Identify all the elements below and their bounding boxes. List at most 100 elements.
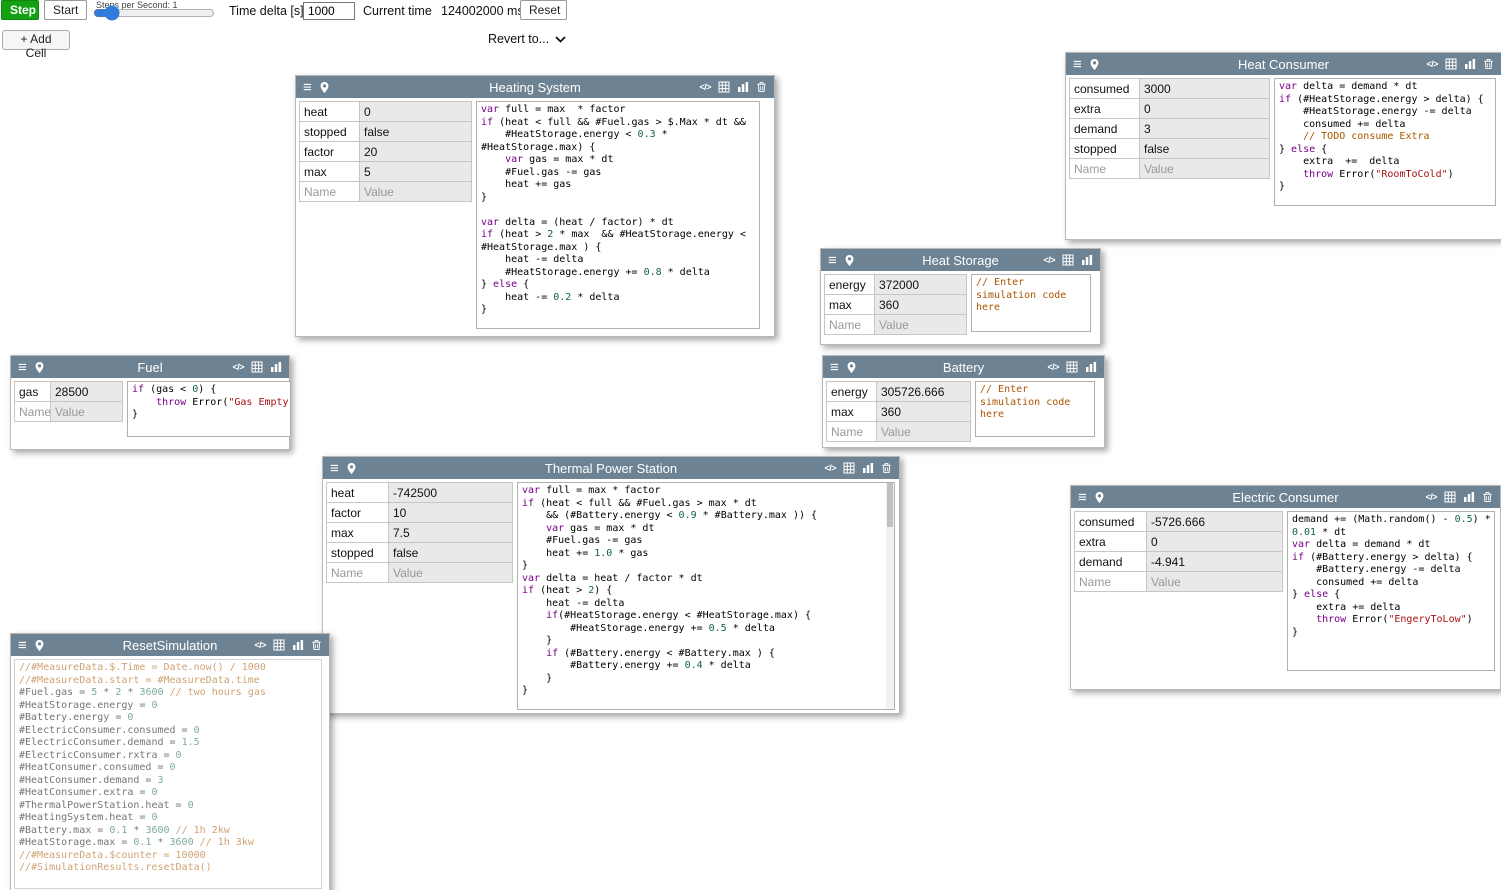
table-view-icon[interactable] <box>843 462 855 474</box>
property-name-cell[interactable]: Name <box>827 422 877 442</box>
code-editor[interactable]: if (gas < 0) { throw Error("Gas Empty")} <box>127 381 291 437</box>
code-view-icon[interactable]: </> <box>699 83 711 92</box>
property-value-cell[interactable]: 3000 <box>1140 79 1270 99</box>
property-name-cell[interactable]: Name <box>1075 572 1147 592</box>
pin-icon[interactable] <box>346 462 357 475</box>
code-view-icon[interactable]: </> <box>1043 256 1055 265</box>
property-value-cell[interactable]: 7.5 <box>389 523 513 543</box>
property-name-cell[interactable]: max <box>825 295 875 315</box>
property-name-cell[interactable]: stopped <box>1070 139 1140 159</box>
step-button[interactable]: Step <box>1 0 39 20</box>
time-delta-input[interactable] <box>303 2 355 20</box>
property-value-cell[interactable]: Value <box>389 563 513 583</box>
add-cell-button[interactable]: + Add Cell <box>2 30 70 50</box>
property-name-cell[interactable]: gas <box>15 382 51 402</box>
table-view-icon[interactable] <box>1066 361 1078 373</box>
code-view-icon[interactable]: </> <box>824 464 836 473</box>
property-value-cell[interactable]: 10 <box>389 503 513 523</box>
table-view-icon[interactable] <box>1444 491 1456 503</box>
table-view-icon[interactable] <box>718 81 730 93</box>
property-name-cell[interactable]: demand <box>1070 119 1140 139</box>
trash-icon[interactable] <box>1482 491 1493 503</box>
code-editor[interactable]: demand += (Math.random() - 0.5) *0.01 * … <box>1287 511 1495 671</box>
code-view-icon[interactable]: </> <box>1047 363 1059 372</box>
code-scrollbar[interactable] <box>886 483 894 709</box>
property-value-cell[interactable]: 3 <box>1140 119 1270 139</box>
property-name-cell[interactable]: consumed <box>1075 512 1147 532</box>
chart-view-icon[interactable] <box>1085 361 1097 373</box>
property-value-cell[interactable]: Value <box>875 315 967 335</box>
menu-icon[interactable]: ≡ <box>303 80 312 95</box>
table-view-icon[interactable] <box>1445 58 1457 70</box>
menu-icon[interactable]: ≡ <box>330 461 339 476</box>
chart-view-icon[interactable] <box>1464 58 1476 70</box>
menu-icon[interactable]: ≡ <box>18 638 27 653</box>
pin-icon[interactable] <box>844 254 855 267</box>
property-name-cell[interactable]: factor <box>300 142 360 162</box>
chart-view-icon[interactable] <box>270 361 282 373</box>
chart-view-icon[interactable] <box>1463 491 1475 503</box>
trash-icon[interactable] <box>756 81 767 93</box>
property-name-cell[interactable]: factor <box>327 503 389 523</box>
property-value-cell[interactable]: Value <box>1147 572 1283 592</box>
property-value-cell[interactable]: 360 <box>875 295 967 315</box>
property-name-cell[interactable]: max <box>300 162 360 182</box>
code-view-icon[interactable]: </> <box>254 641 266 650</box>
property-value-cell[interactable]: 360 <box>877 402 971 422</box>
property-name-cell[interactable]: max <box>827 402 877 422</box>
property-value-cell[interactable]: 28500 <box>51 382 123 402</box>
chart-view-icon[interactable] <box>292 639 304 651</box>
start-button[interactable]: Start <box>44 0 87 20</box>
property-name-cell[interactable]: Name <box>1070 159 1140 179</box>
pin-icon[interactable] <box>319 81 330 94</box>
property-value-cell[interactable]: false <box>360 122 472 142</box>
menu-icon[interactable]: ≡ <box>1078 490 1087 505</box>
code-editor[interactable]: // Enter simulation code here <box>971 274 1091 332</box>
code-view-icon[interactable]: </> <box>1425 493 1437 502</box>
property-name-cell[interactable]: energy <box>825 275 875 295</box>
chart-view-icon[interactable] <box>1081 254 1093 266</box>
property-value-cell[interactable]: 0 <box>1140 99 1270 119</box>
table-view-icon[interactable] <box>251 361 263 373</box>
code-editor[interactable]: // Enter simulation code here <box>975 381 1095 437</box>
pin-icon[interactable] <box>34 361 45 374</box>
table-view-icon[interactable] <box>1062 254 1074 266</box>
property-value-cell[interactable]: Value <box>51 402 123 422</box>
property-name-cell[interactable]: extra <box>1075 532 1147 552</box>
reset-button[interactable]: Reset <box>520 0 567 20</box>
code-view-icon[interactable]: </> <box>1426 60 1438 69</box>
property-name-cell[interactable]: stopped <box>327 543 389 563</box>
property-name-cell[interactable]: Name <box>327 563 389 583</box>
property-value-cell[interactable]: false <box>1140 139 1270 159</box>
property-name-cell[interactable]: Name <box>825 315 875 335</box>
code-editor[interactable]: var full = max * factorif (heat < full &… <box>476 101 760 329</box>
property-value-cell[interactable]: Value <box>1140 159 1270 179</box>
property-value-cell[interactable]: 0 <box>360 102 472 122</box>
revert-to-dropdown[interactable]: Revert to... <box>488 32 566 46</box>
property-value-cell[interactable]: Value <box>360 182 472 202</box>
property-value-cell[interactable]: 0 <box>1147 532 1283 552</box>
property-name-cell[interactable]: stopped <box>300 122 360 142</box>
scrollbar-thumb[interactable] <box>887 483 893 527</box>
property-value-cell[interactable]: false <box>389 543 513 563</box>
property-value-cell[interactable]: -4.941 <box>1147 552 1283 572</box>
steps-per-second-slider[interactable] <box>93 6 215 20</box>
property-name-cell[interactable]: max <box>327 523 389 543</box>
property-value-cell[interactable]: 305726.666 <box>877 382 971 402</box>
property-value-cell[interactable]: 20 <box>360 142 472 162</box>
table-view-icon[interactable] <box>273 639 285 651</box>
menu-icon[interactable]: ≡ <box>830 360 839 375</box>
pin-icon[interactable] <box>1089 58 1100 71</box>
chart-view-icon[interactable] <box>737 81 749 93</box>
property-name-cell[interactable]: heat <box>300 102 360 122</box>
property-value-cell[interactable]: 372000 <box>875 275 967 295</box>
property-value-cell[interactable]: -5726.666 <box>1147 512 1283 532</box>
chart-view-icon[interactable] <box>862 462 874 474</box>
property-name-cell[interactable]: Name <box>300 182 360 202</box>
code-view-icon[interactable]: </> <box>232 363 244 372</box>
pin-icon[interactable] <box>846 361 857 374</box>
property-value-cell[interactable]: 5 <box>360 162 472 182</box>
menu-icon[interactable]: ≡ <box>1073 57 1082 72</box>
code-editor[interactable]: //#MeasureData.$.Time = Date.now() / 100… <box>14 659 322 889</box>
menu-icon[interactable]: ≡ <box>18 360 27 375</box>
